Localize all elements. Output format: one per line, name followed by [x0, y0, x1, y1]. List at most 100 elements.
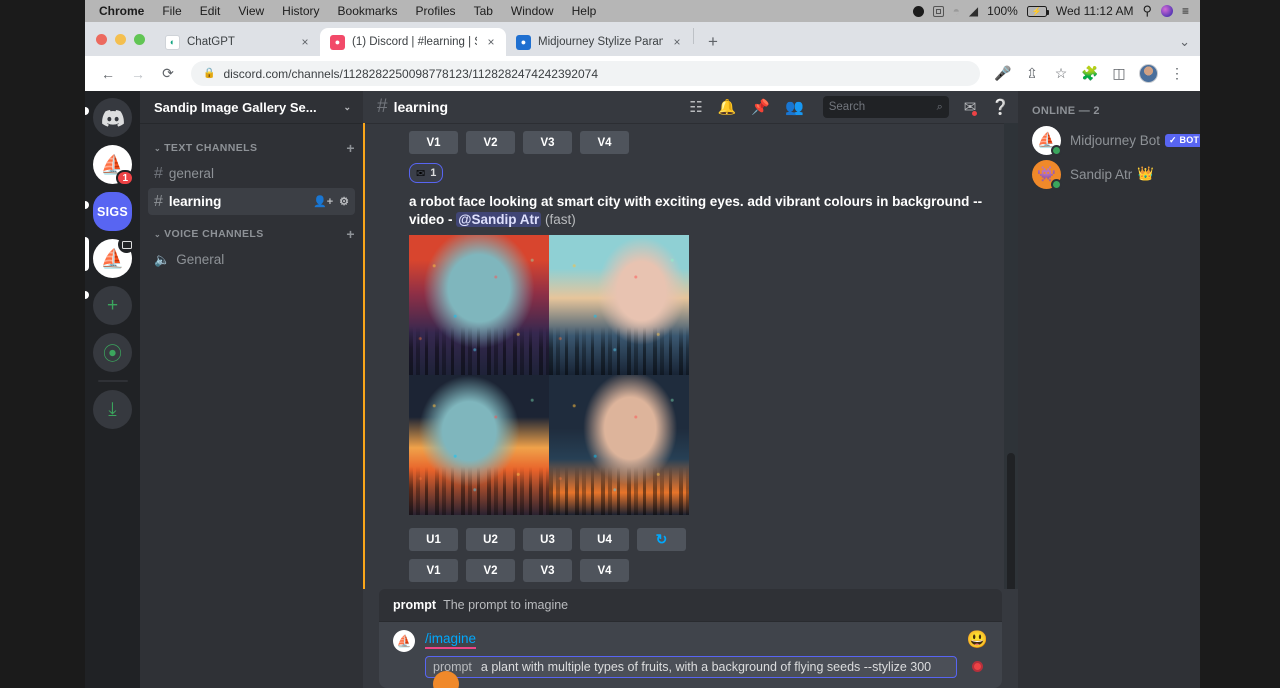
grid-image-3[interactable]	[409, 375, 549, 515]
close-tab-button[interactable]: ×	[670, 35, 684, 49]
add-member-icon[interactable]: 👤+	[313, 195, 333, 208]
message-scrollbar[interactable]	[1004, 123, 1018, 589]
message-composer[interactable]: ⛵ /imagine prompt a plant with multiple …	[379, 622, 1002, 688]
menu-item-window[interactable]: Window	[502, 0, 563, 22]
browser-tab-discord[interactable]: ● (1) Discord | #learning | Sandip ×	[320, 28, 506, 56]
variation-button-v3[interactable]: V3	[523, 131, 572, 154]
help-icon[interactable]: ❔	[991, 98, 1010, 116]
new-tab-button[interactable]: +	[699, 28, 727, 56]
pinned-messages-icon[interactable]: 📌	[751, 98, 770, 116]
inbox-icon[interactable]: ✉	[964, 98, 977, 116]
variation-button-v2[interactable]: V2	[466, 131, 515, 154]
share-icon[interactable]: ⇫	[1019, 61, 1045, 87]
menu-item-bookmarks[interactable]: Bookmarks	[329, 0, 407, 22]
spotlight-search-icon[interactable]: ⚲	[1142, 3, 1152, 19]
explore-servers-button[interactable]: ⦿	[93, 333, 132, 372]
reroll-button[interactable]: ↻	[637, 528, 686, 551]
minimize-window-button[interactable]	[115, 34, 126, 45]
menu-app-name[interactable]: Chrome	[93, 0, 153, 22]
sidebar-item-voice-general[interactable]: 🔈 General	[148, 246, 355, 273]
menu-item-tab[interactable]: Tab	[465, 0, 502, 22]
add-server-button[interactable]: +	[93, 286, 132, 325]
variation-button-v2[interactable]: V2	[466, 559, 515, 582]
variation-button-v1[interactable]: V1	[409, 559, 458, 582]
settings-gear-icon[interactable]: ⚙	[339, 195, 349, 208]
browser-tab-midjourney[interactable]: ● Midjourney Stylize Parameter ×	[506, 28, 692, 56]
variation-button-v4[interactable]: V4	[580, 131, 629, 154]
profile-avatar[interactable]	[1135, 61, 1161, 87]
screen-mirroring-icon[interactable]	[933, 6, 944, 17]
siri-icon[interactable]	[1161, 5, 1173, 17]
notification-bell-icon[interactable]: 🔔	[718, 98, 737, 116]
upscale-button-u4[interactable]: U4	[580, 528, 629, 551]
menu-item-history[interactable]: History	[273, 0, 328, 22]
reload-button[interactable]: ⟳	[155, 61, 181, 87]
chrome-menu-icon[interactable]: ⋮	[1164, 61, 1190, 87]
midjourney-image-grid[interactable]	[409, 235, 689, 515]
category-text-channels[interactable]: ⌄ TEXT CHANNELS +	[140, 137, 363, 159]
refresh-icon: ↻	[656, 531, 668, 548]
variation-button-v3[interactable]: V3	[523, 559, 572, 582]
menu-item-edit[interactable]: Edit	[191, 0, 230, 22]
menu-clock[interactable]: Wed 11:12 AM	[1056, 4, 1134, 18]
option-value: a plant with multiple types of fruits, w…	[481, 660, 931, 674]
variation-button-v1[interactable]: V1	[409, 131, 458, 154]
bookmark-star-icon[interactable]: ☆	[1048, 61, 1074, 87]
command-option-input[interactable]: prompt a plant with multiple types of fr…	[425, 656, 957, 678]
upscale-button-u1[interactable]: U1	[409, 528, 458, 551]
sidebar-item-learning[interactable]: # learning 👤+ ⚙	[148, 188, 355, 215]
server-pill-active	[85, 237, 89, 271]
scrollbar-thumb[interactable]	[1007, 453, 1015, 593]
menu-item-profiles[interactable]: Profiles	[407, 0, 465, 22]
upscale-button-u3[interactable]: U3	[523, 528, 572, 551]
close-tab-button[interactable]: ×	[298, 35, 312, 49]
upscale-button-u2[interactable]: U2	[466, 528, 515, 551]
member-list-icon[interactable]: 👥	[785, 98, 804, 116]
menu-item-help[interactable]: Help	[563, 0, 606, 22]
address-bar[interactable]: 🔒 discord.com/channels/11282822500987781…	[191, 61, 980, 86]
tab-list-chevron-icon[interactable]: ⌄	[1179, 34, 1190, 50]
search-input[interactable]: Search ⌕	[823, 96, 949, 118]
server-sailboat-2[interactable]: ⛵	[93, 239, 132, 278]
record-circle-icon[interactable]	[913, 6, 924, 17]
battery-icon[interactable]: ⚡	[1027, 6, 1047, 17]
control-center-icon[interactable]: ≡	[1182, 4, 1188, 18]
variation-button-v4[interactable]: V4	[580, 559, 629, 582]
close-tab-button[interactable]: ×	[484, 35, 498, 49]
user-mention[interactable]: @Sandip Atr	[456, 212, 541, 227]
side-panel-icon[interactable]: ◫	[1106, 61, 1132, 87]
download-apps-button[interactable]: ⤓	[93, 390, 132, 429]
category-voice-channels[interactable]: ⌄ VOICE CHANNELS +	[140, 223, 363, 245]
threads-icon[interactable]: ☷	[689, 98, 702, 116]
grid-image-4[interactable]	[549, 375, 689, 515]
back-button[interactable]: ←	[95, 61, 121, 87]
sidebar-item-general[interactable]: # general	[148, 160, 355, 187]
grid-image-1[interactable]	[409, 235, 549, 375]
menu-item-view[interactable]: View	[229, 0, 273, 22]
wifi-icon[interactable]: ◢	[969, 5, 978, 17]
create-channel-icon[interactable]: +	[346, 227, 355, 241]
record-dot-icon[interactable]	[972, 661, 983, 672]
emoji-picker-icon[interactable]: 😃	[967, 630, 988, 650]
browser-tab-chatgpt[interactable]: ◐ ChatGPT ×	[155, 28, 320, 56]
forward-button[interactable]: →	[125, 61, 151, 87]
extensions-puzzle-icon[interactable]: 🧩	[1077, 61, 1103, 87]
server-sigs[interactable]: SIGS	[93, 192, 132, 231]
mic-icon[interactable]: 🎤	[990, 61, 1016, 87]
close-window-button[interactable]	[96, 34, 107, 45]
battery-percent: 100%	[987, 4, 1018, 18]
bluetooth-icon[interactable]: ◓	[953, 5, 960, 17]
grid-image-2[interactable]	[549, 235, 689, 375]
menu-item-file[interactable]: File	[153, 0, 190, 22]
site-lock-icon[interactable]: 🔒	[203, 68, 215, 79]
slash-command-chip[interactable]: /imagine	[425, 631, 476, 649]
maximize-window-button[interactable]	[134, 34, 145, 45]
message-reaction-top[interactable]: ✉ 1	[409, 163, 443, 183]
member-row-midjourney-bot[interactable]: ⛵ Midjourney Bot ✓ BOT	[1032, 123, 1200, 157]
create-channel-icon[interactable]: +	[346, 141, 355, 155]
server-sailboat-1[interactable]: ⛵ 1	[93, 145, 132, 184]
server-header[interactable]: Sandip Image Gallery Se... ⌄	[140, 91, 363, 123]
member-name-label: Midjourney Bot	[1070, 133, 1160, 148]
member-row-sandip-atr[interactable]: 👾 Sandip Atr 👑	[1032, 157, 1200, 191]
discord-home-icon[interactable]	[93, 98, 132, 137]
